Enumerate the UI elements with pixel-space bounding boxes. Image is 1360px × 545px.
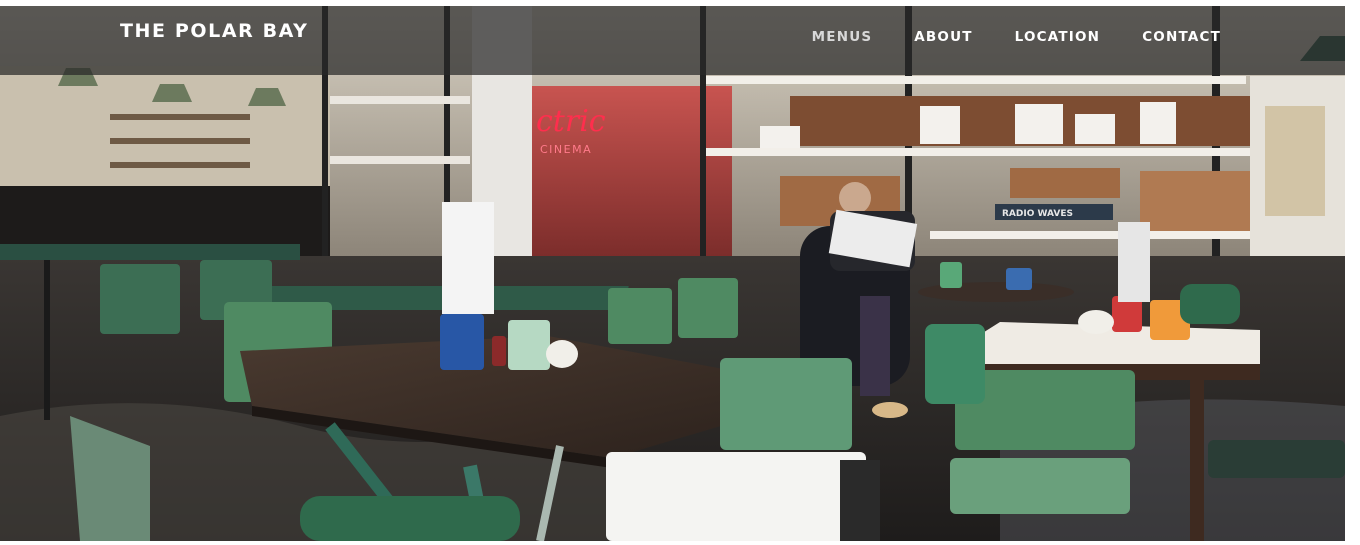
blue-teapot <box>1006 268 1032 290</box>
kitchen-shelf <box>110 114 250 120</box>
kitchen-shelf <box>110 138 250 144</box>
rack-shelf <box>930 231 1260 239</box>
chair-back <box>100 264 180 334</box>
nav-item-menus: MENUS <box>812 28 873 46</box>
nav-item-location: LOCATION <box>1015 28 1101 46</box>
menu-card <box>1118 222 1150 302</box>
menu-card <box>442 202 494 314</box>
sugar-bowl <box>546 340 578 368</box>
shelf-box <box>1015 104 1063 144</box>
rack-shelf <box>706 148 1256 156</box>
wood-crate <box>1140 171 1250 231</box>
blue-mug <box>440 314 484 370</box>
neon-sign-subtext: CINEMA <box>540 143 592 156</box>
page: ctric CINEMA RADIO WAVES THE POLAR BAY M… <box>0 0 1360 545</box>
man-legs <box>860 296 890 396</box>
man-head <box>839 182 871 214</box>
hero-photo-cafe-interior: ctric CINEMA RADIO WAVES THE POLAR BAY M… <box>0 6 1345 541</box>
chair-back <box>678 278 738 338</box>
nav-menu: MENUS ABOUT LOCATION CONTACT <box>770 28 1221 46</box>
cafe-interior-illustration: ctric CINEMA RADIO WAVES <box>0 6 1345 541</box>
nav-link-contact[interactable]: CONTACT <box>1142 29 1221 45</box>
shelf-box <box>920 106 960 144</box>
shelf-box <box>1075 114 1115 144</box>
nav-link-about[interactable]: ABOUT <box>914 29 972 45</box>
shelf-box <box>1140 102 1176 144</box>
rack-shelf <box>330 156 470 164</box>
chair-back <box>720 358 852 450</box>
green-cup <box>508 320 550 370</box>
foreground-white-chair <box>606 452 866 541</box>
wall-hanging <box>1265 106 1325 216</box>
kitchen-shelf <box>110 162 250 168</box>
foreground-chair-seat <box>300 496 520 541</box>
neon-sign-text: ctric <box>536 104 606 139</box>
rack-shelf <box>706 76 1246 84</box>
chair-back <box>925 324 985 404</box>
green-cup <box>940 262 962 288</box>
chair-back <box>608 288 672 344</box>
sugar-bowl <box>1078 310 1114 334</box>
brand-logo[interactable]: THE POLAR BAY <box>120 20 309 42</box>
nav-link-location[interactable]: LOCATION <box>1015 29 1101 45</box>
table-leg <box>1190 380 1204 541</box>
armchair <box>1180 284 1240 324</box>
sauce-jar <box>492 336 506 366</box>
chair-frame <box>840 460 880 541</box>
nav-item-contact: CONTACT <box>1142 28 1221 46</box>
man-shoe <box>872 402 908 418</box>
chair-seat <box>950 458 1130 514</box>
nav-link-menus[interactable]: MENUS <box>812 29 873 45</box>
shelf-box-label: RADIO WAVES <box>1002 209 1073 219</box>
shelf-box <box>760 126 800 148</box>
nav-item-about: ABOUT <box>914 28 972 46</box>
table-top <box>0 244 300 260</box>
navbar: THE POLAR BAY MENUS ABOUT LOCATION CONTA… <box>0 6 1345 75</box>
table-leg <box>44 260 50 420</box>
wood-drawers <box>1010 168 1120 198</box>
rack-shelf <box>330 96 470 104</box>
chair-seat <box>1208 440 1345 478</box>
